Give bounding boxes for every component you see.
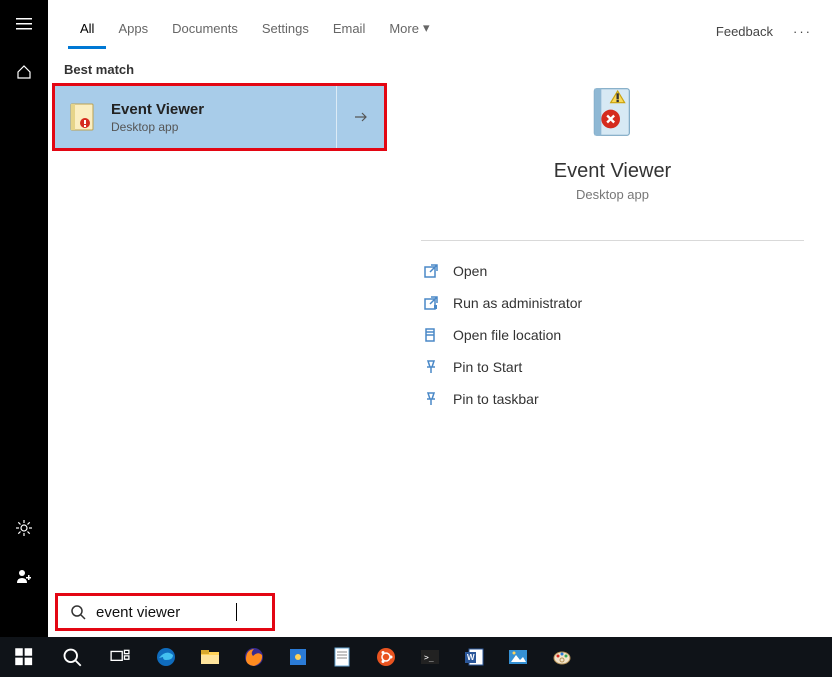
tab-documents[interactable]: Documents [160, 7, 250, 49]
taskbar: >_ W [0, 637, 832, 677]
folder-icon [200, 647, 220, 667]
windows-logo-icon [14, 647, 34, 667]
search-panel: All Apps Documents Settings Email More ▾… [48, 0, 832, 640]
detail-actions: Open Run as administrator Open file loca… [393, 249, 832, 421]
event-viewer-large-icon [581, 80, 645, 144]
svg-text:W: W [467, 653, 475, 662]
action-run-admin[interactable]: Run as administrator [413, 287, 812, 319]
action-pin-taskbar[interactable]: Pin to taskbar [413, 383, 812, 415]
annotation-highlight-search [55, 593, 275, 631]
open-icon [423, 263, 439, 279]
detail-subtitle: Desktop app [576, 187, 649, 202]
search-input[interactable] [96, 604, 236, 621]
more-options-button[interactable]: ··· [793, 24, 812, 39]
action-pin-start[interactable]: Pin to Start [413, 351, 812, 383]
event-viewer-icon [55, 86, 111, 148]
result-title: Event Viewer [111, 101, 336, 118]
start-button[interactable] [0, 637, 48, 677]
annotation-highlight: Event Viewer Desktop app [52, 83, 387, 151]
firefox-icon [244, 647, 264, 667]
admin-shield-icon [423, 295, 439, 311]
search-icon [70, 604, 86, 620]
search-result-item[interactable]: Event Viewer Desktop app [55, 86, 384, 148]
results-column: Best match Event Viewer Desktop app [48, 50, 393, 640]
text-caret [236, 603, 237, 621]
account-icon [16, 568, 32, 584]
svg-text:>_: >_ [424, 653, 434, 662]
account-button[interactable] [0, 552, 48, 600]
arrow-right-icon [353, 109, 369, 125]
settings-gear-button[interactable] [0, 504, 48, 552]
folder-icon [423, 327, 439, 343]
taskbar-app-edge[interactable] [144, 637, 188, 677]
taskbar-app-generic-blue[interactable] [276, 637, 320, 677]
taskbar-app-file-explorer[interactable] [188, 637, 232, 677]
ubuntu-icon [376, 647, 396, 667]
detail-title: Event Viewer [554, 160, 671, 183]
taskbar-app-ubuntu[interactable] [364, 637, 408, 677]
chevron-down-icon: ▾ [423, 20, 430, 36]
action-open-location[interactable]: Open file location [413, 319, 812, 351]
taskbar-app-terminal[interactable]: >_ [408, 637, 452, 677]
cortana-sidebar [0, 0, 48, 640]
search-filter-tabs: All Apps Documents Settings Email More ▾… [48, 0, 832, 50]
detail-column: Event Viewer Desktop app Open Run as adm… [393, 50, 832, 640]
tab-more[interactable]: More ▾ [377, 6, 441, 49]
tab-all[interactable]: All [68, 7, 106, 49]
search-icon [62, 647, 82, 667]
home-button[interactable] [0, 48, 48, 96]
edge-icon [156, 647, 176, 667]
tab-email[interactable]: Email [321, 7, 378, 49]
expand-result-button[interactable] [336, 86, 384, 148]
tab-settings[interactable]: Settings [250, 7, 321, 49]
action-open[interactable]: Open [413, 255, 812, 287]
divider [421, 240, 804, 241]
app-icon [288, 647, 308, 667]
result-subtitle: Desktop app [111, 120, 336, 134]
taskbar-app-firefox[interactable] [232, 637, 276, 677]
paint-icon [552, 647, 572, 667]
photos-icon [508, 647, 528, 667]
task-view-icon [110, 647, 130, 667]
taskbar-search-button[interactable] [48, 637, 96, 677]
taskbar-app-photos[interactable] [496, 637, 540, 677]
task-view-button[interactable] [96, 637, 144, 677]
gear-icon [16, 520, 32, 536]
hamburger-icon [16, 16, 32, 32]
terminal-icon: >_ [420, 647, 440, 667]
taskbar-app-word[interactable]: W [452, 637, 496, 677]
pin-icon [423, 391, 439, 407]
hamburger-menu-button[interactable] [0, 0, 48, 48]
tab-apps[interactable]: Apps [106, 7, 160, 49]
taskbar-app-notepad[interactable] [320, 637, 364, 677]
word-icon: W [464, 647, 484, 667]
taskbar-app-paint[interactable] [540, 637, 584, 677]
feedback-link[interactable]: Feedback [716, 24, 773, 39]
pin-icon [423, 359, 439, 375]
best-match-heading: Best match [48, 50, 393, 83]
notepad-icon [332, 647, 352, 667]
home-icon [16, 64, 32, 80]
